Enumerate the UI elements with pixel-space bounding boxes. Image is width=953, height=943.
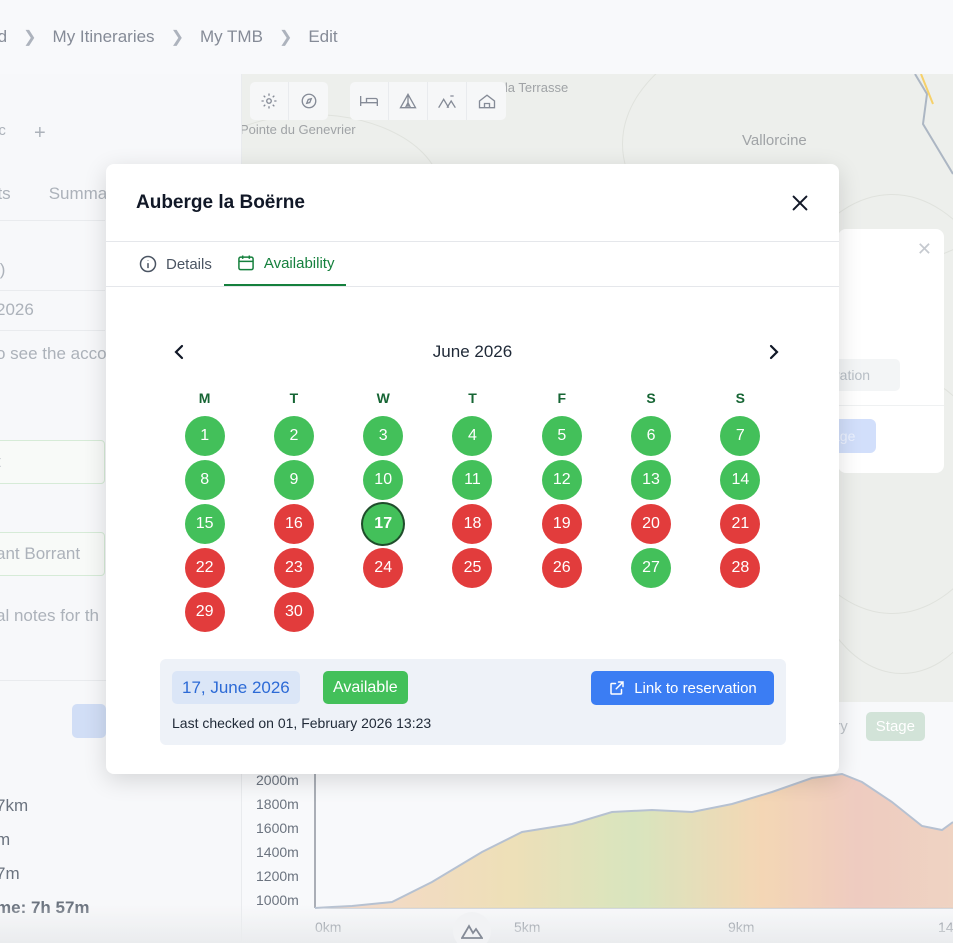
calendar-day-cell: 27 bbox=[606, 548, 695, 588]
calendar-day-cell: 7 bbox=[696, 416, 785, 456]
calendar-day-cell: 9 bbox=[249, 460, 338, 500]
calendar-day-cell: 3 bbox=[339, 416, 428, 456]
calendar-day[interactable]: 29 bbox=[184, 592, 225, 632]
calendar-day-cell: 28 bbox=[696, 548, 785, 588]
weekday-row: M T W T F S S bbox=[160, 390, 785, 410]
calendar-day-cell: 20 bbox=[606, 504, 695, 544]
calendar-day[interactable]: 20 bbox=[631, 504, 672, 544]
calendar-day-cell: 26 bbox=[517, 548, 606, 588]
calendar-day[interactable]: 2 bbox=[273, 416, 314, 456]
calendar-day[interactable]: 9 bbox=[273, 460, 314, 500]
calendar-day-cell: 23 bbox=[249, 548, 338, 588]
calendar-day[interactable]: 19 bbox=[541, 504, 582, 544]
calendar-day-cell: 5 bbox=[517, 416, 606, 456]
calendar-day[interactable]: 6 bbox=[631, 416, 672, 456]
selected-date-badge: 17, June 2026 bbox=[172, 671, 300, 704]
calendar-day[interactable]: 12 bbox=[541, 460, 582, 500]
calendar-day-cell: 19 bbox=[517, 504, 606, 544]
calendar-day[interactable]: 22 bbox=[184, 548, 225, 588]
availability-status-badge: Available bbox=[323, 671, 408, 704]
external-link-icon bbox=[610, 681, 624, 695]
tab-details[interactable]: Details bbox=[126, 242, 224, 286]
divider bbox=[106, 286, 839, 287]
tab-details-label: Details bbox=[166, 255, 212, 273]
calendar-day-cell: 25 bbox=[428, 548, 517, 588]
tab-availability-label: Availability bbox=[263, 254, 335, 272]
calendar-day-cell: 13 bbox=[606, 460, 695, 500]
calendar-day[interactable]: 14 bbox=[720, 460, 761, 500]
weekday-label: M bbox=[198, 390, 211, 406]
calendar-day-cell: 18 bbox=[428, 504, 517, 544]
calendar-day-cell: 22 bbox=[160, 548, 249, 588]
weekday-label: S bbox=[735, 390, 746, 406]
calendar-day-cell: 10 bbox=[339, 460, 428, 500]
calendar-icon bbox=[238, 255, 254, 271]
calendar-day[interactable]: 23 bbox=[273, 548, 314, 588]
calendar-day[interactable]: 4 bbox=[452, 416, 493, 456]
calendar-day-cell: 1 bbox=[160, 416, 249, 456]
link-to-reservation-button[interactable]: Link to reservation bbox=[591, 671, 774, 705]
calendar-month: June 2026 bbox=[432, 342, 513, 361]
calendar-day[interactable]: 26 bbox=[541, 548, 582, 588]
calendar-day[interactable]: 18 bbox=[452, 504, 493, 544]
calendar-day-cell: 21 bbox=[696, 504, 785, 544]
calendar-day-cell: 14 bbox=[696, 460, 785, 500]
calendar-day[interactable]: 24 bbox=[363, 548, 404, 588]
modal-tabs: Details Availability bbox=[126, 242, 347, 286]
modal-title: Auberge la Boërne bbox=[136, 192, 305, 213]
calendar-day[interactable]: 15 bbox=[184, 504, 225, 544]
link-to-reservation-label: Link to reservation bbox=[634, 679, 757, 697]
calendar-day-cell: 8 bbox=[160, 460, 249, 500]
weekday-label: T bbox=[468, 390, 477, 406]
calendar-day[interactable]: 25 bbox=[452, 548, 493, 588]
calendar-day-cell: 24 bbox=[339, 548, 428, 588]
calendar-day-selected[interactable]: 17 bbox=[363, 504, 404, 544]
calendar-header: June 2026 bbox=[160, 336, 785, 366]
calendar-day-cell: 16 bbox=[249, 504, 338, 544]
calendar-day[interactable]: 10 bbox=[363, 460, 404, 500]
calendar-day[interactable]: 27 bbox=[631, 548, 672, 588]
calendar-day-cell: 11 bbox=[428, 460, 517, 500]
calendar-day-cell: 6 bbox=[606, 416, 695, 456]
weekday-label: F bbox=[557, 390, 567, 406]
calendar-grid: M T W T F S S 1 2 3 4 5 6 7 8 9 10 11 12 13 14 15 16 17 1… bbox=[160, 390, 785, 632]
calendar-day[interactable]: 28 bbox=[720, 548, 761, 588]
info-icon bbox=[139, 255, 157, 273]
calendar-day-cell: 12 bbox=[517, 460, 606, 500]
calendar-day[interactable]: 1 bbox=[184, 416, 225, 456]
chevron-right-icon[interactable] bbox=[761, 340, 785, 364]
calendar-day[interactable]: 8 bbox=[184, 460, 225, 500]
calendar-day[interactable]: 30 bbox=[273, 592, 314, 632]
calendar-day-cell: 4 bbox=[428, 416, 517, 456]
calendar-day-cell: 15 bbox=[160, 504, 249, 544]
weekday-label: W bbox=[376, 390, 390, 406]
close-icon[interactable] bbox=[789, 192, 811, 214]
calendar-day[interactable]: 3 bbox=[363, 416, 404, 456]
calendar-day[interactable]: 5 bbox=[541, 416, 582, 456]
selected-day-panel: 17, June 2026 Available Link to reservat… bbox=[160, 659, 786, 745]
calendar-day[interactable]: 11 bbox=[452, 460, 493, 500]
weekday-label: T bbox=[289, 390, 299, 406]
calendar-day-cell: 30 bbox=[249, 592, 338, 632]
tab-availability[interactable]: Availability bbox=[223, 242, 347, 286]
calendar-day[interactable]: 21 bbox=[720, 504, 761, 544]
calendar-day-cell: 17 bbox=[339, 504, 428, 544]
calendar-day[interactable]: 16 bbox=[273, 504, 314, 544]
calendar-day[interactable]: 13 bbox=[631, 460, 672, 500]
calendar-days: 1 2 3 4 5 6 7 8 9 10 11 12 13 14 15 16 17 18 19 20 21 22 23 24 2… bbox=[160, 416, 785, 632]
weekday-label: S bbox=[646, 390, 656, 406]
calendar-day[interactable]: 7 bbox=[720, 416, 761, 456]
last-checked-text: Last checked on 01, February 2026 13:23 bbox=[172, 715, 432, 731]
accommodation-modal: Auberge la Boërne Details Availability J… bbox=[106, 164, 839, 774]
calendar-day-cell: 2 bbox=[249, 416, 338, 456]
calendar-day-cell: 29 bbox=[160, 592, 249, 632]
